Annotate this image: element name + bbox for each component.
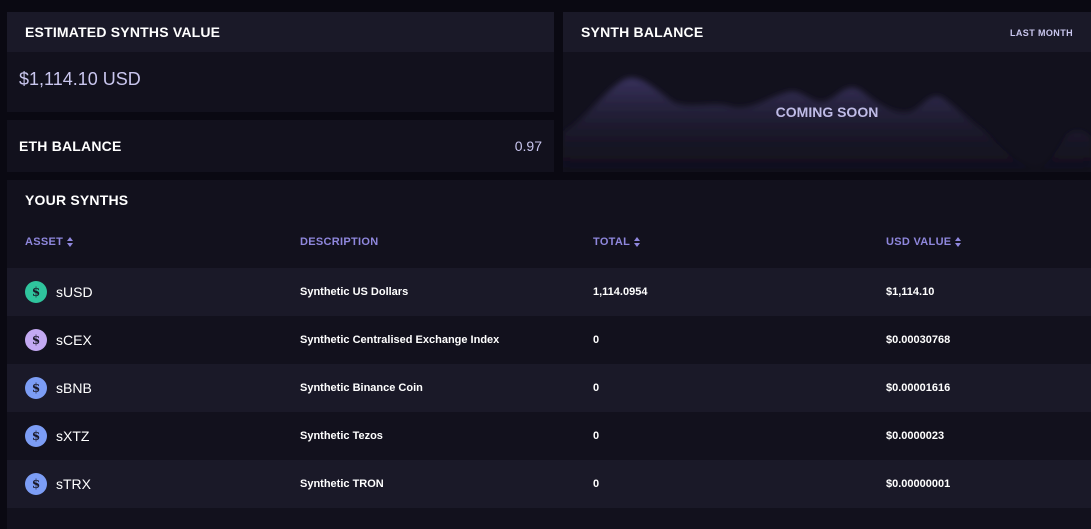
asset-cell: $ sCEX xyxy=(25,316,92,364)
total-cell: 0 xyxy=(593,430,600,442)
column-header-usd-value[interactable]: USD VALUE xyxy=(886,236,962,248)
eth-balance-label: ETH BALANCE xyxy=(19,138,122,154)
table-row[interactable]: $ sTRX Synthetic TRON 0 $0.00000001 xyxy=(7,460,1091,508)
column-header-description-label: DESCRIPTION xyxy=(300,236,379,248)
sort-icon xyxy=(67,237,74,247)
column-header-asset-label: ASSET xyxy=(25,236,64,248)
description-cell: Synthetic Binance Coin xyxy=(300,382,423,394)
synth-balance-title: SYNTH BALANCE xyxy=(581,24,704,40)
asset-cell: $ sXTZ xyxy=(25,412,89,460)
column-header-asset[interactable]: ASSET xyxy=(25,236,74,248)
asset-cell: $ sTRX xyxy=(25,460,91,508)
eth-balance-panel: ETH BALANCE 0.97 xyxy=(7,120,554,172)
synth-logo-icon: $ xyxy=(25,425,47,447)
table-row[interactable]: $ sCEX Synthetic Centralised Exchange In… xyxy=(7,316,1091,364)
synths-table-body: $ sUSD Synthetic US Dollars 1,114.0954 $… xyxy=(7,268,1091,508)
synth-balance-header: SYNTH BALANCE LAST MONTH xyxy=(563,12,1091,52)
column-header-total-label: TOTAL xyxy=(593,236,631,248)
your-synths-panel: YOUR SYNTHS ASSET DESCRIPTION TOTAL USD … xyxy=(7,180,1091,529)
asset-name: sBNB xyxy=(56,380,92,396)
usd-value-cell: $0.00001616 xyxy=(886,382,951,394)
estimated-synths-value: $1,114.10 USD xyxy=(19,69,141,89)
description-cell: Synthetic Tezos xyxy=(300,430,383,442)
sort-icon xyxy=(955,237,962,247)
synth-logo-icon: $ xyxy=(25,281,47,303)
description-cell: Synthetic US Dollars xyxy=(300,286,409,298)
asset-name: sTRX xyxy=(56,476,91,492)
usd-value-cell: $1,114.10 xyxy=(886,286,935,298)
sort-icon xyxy=(634,237,641,247)
table-row[interactable]: $ sBNB Synthetic Binance Coin 0 $0.00001… xyxy=(7,364,1091,412)
estimated-synths-panel: ESTIMATED SYNTHS VALUE $1,114.10 USD xyxy=(7,12,554,112)
asset-cell: $ sBNB xyxy=(25,364,92,412)
usd-value-cell: $0.0000023 xyxy=(886,430,945,442)
column-header-description: DESCRIPTION xyxy=(300,236,378,248)
table-row[interactable]: $ sUSD Synthetic US Dollars 1,114.0954 $… xyxy=(7,268,1091,316)
total-cell: 0 xyxy=(593,382,600,394)
time-range-selector[interactable]: LAST MONTH xyxy=(1010,24,1073,40)
table-row[interactable]: $ sXTZ Synthetic Tezos 0 $0.0000023 xyxy=(7,412,1091,460)
synth-logo-icon: $ xyxy=(25,377,47,399)
total-cell: 0 xyxy=(593,334,600,346)
eth-balance-value: 0.97 xyxy=(514,138,542,154)
asset-name: sCEX xyxy=(56,332,92,348)
column-header-total[interactable]: TOTAL xyxy=(593,236,641,248)
asset-name: sUSD xyxy=(56,284,93,300)
your-synths-title: YOUR SYNTHS xyxy=(25,192,129,208)
table-header: ASSET DESCRIPTION TOTAL USD VALUE xyxy=(7,236,1091,250)
asset-name: sXTZ xyxy=(56,428,90,444)
total-cell: 1,114.0954 xyxy=(593,286,648,298)
estimated-synths-header: ESTIMATED SYNTHS VALUE xyxy=(7,12,554,52)
synth-logo-icon: $ xyxy=(25,473,47,495)
synth-logo-icon: $ xyxy=(25,329,47,351)
usd-value-cell: $0.00000001 xyxy=(886,478,951,490)
asset-cell: $ sUSD xyxy=(25,268,93,316)
total-cell: 0 xyxy=(593,478,600,490)
column-header-usd-value-label: USD VALUE xyxy=(886,236,952,248)
coming-soon-label: COMING SOON xyxy=(775,104,879,120)
estimated-synths-title: ESTIMATED SYNTHS VALUE xyxy=(25,24,221,40)
synth-balance-panel: SYNTH BALANCE LAST MONTH COMING SOON xyxy=(563,12,1091,172)
description-cell: Synthetic Centralised Exchange Index xyxy=(300,334,500,346)
description-cell: Synthetic TRON xyxy=(300,478,384,490)
usd-value-cell: $0.00030768 xyxy=(886,334,951,346)
